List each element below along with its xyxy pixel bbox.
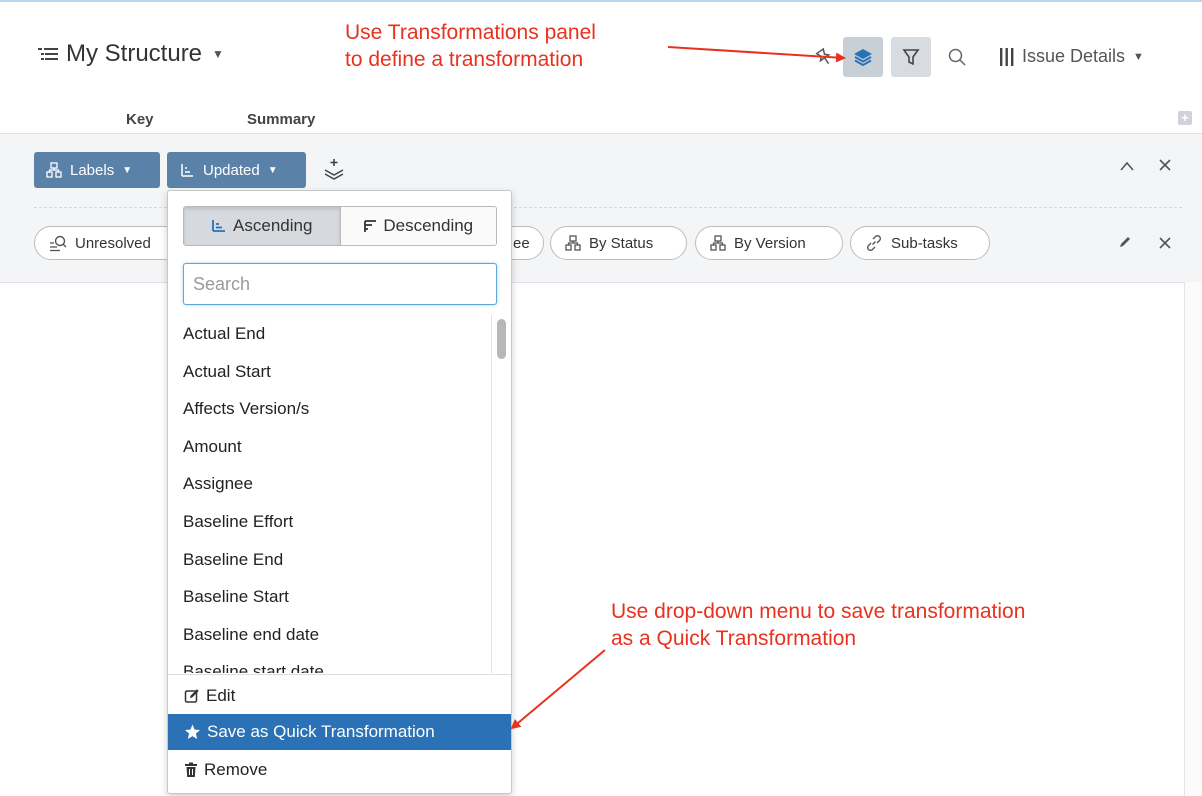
- sort-ascending-icon: [212, 220, 226, 232]
- issue-details-label: Issue Details: [1022, 46, 1126, 66]
- annotation-line: to define a transformation: [345, 48, 584, 71]
- field-search-input[interactable]: [183, 263, 497, 305]
- field-item[interactable]: Actual Start: [168, 353, 490, 391]
- pill-label: By Status: [589, 234, 654, 252]
- group-icon: [46, 162, 62, 178]
- chip-label: Updated: [203, 161, 260, 179]
- pill-label: ee: [513, 234, 530, 252]
- column-header-key[interactable]: Key: [126, 111, 154, 128]
- action-label: Remove: [204, 760, 268, 779]
- top-border: [0, 0, 1202, 2]
- field-item[interactable]: Baseline start date: [168, 653, 490, 673]
- annotation-line: Use drop-down menu to save transformatio…: [611, 600, 1026, 623]
- edit-quick-transformations-icon[interactable]: [1118, 235, 1132, 249]
- chevron-down-icon: ▼: [122, 164, 133, 176]
- header-toolbar: [805, 35, 977, 79]
- arrow-to-save-quick-action: [510, 649, 606, 730]
- link-icon: [866, 234, 882, 252]
- transformation-chip-labels[interactable]: Labels ▼: [34, 152, 160, 188]
- chip-label: Labels: [70, 161, 115, 179]
- filter-button[interactable]: [891, 37, 931, 77]
- filter-icon: [902, 49, 920, 66]
- edit-icon: [184, 689, 199, 703]
- field-item[interactable]: Baseline Effort: [168, 503, 490, 541]
- sort-order-toggle: Ascending Descending: [183, 206, 497, 246]
- add-column-icon[interactable]: +: [1178, 111, 1192, 125]
- filter-search-icon: [50, 235, 67, 252]
- action-label: Edit: [206, 686, 236, 705]
- search-icon: [948, 48, 966, 66]
- sort-dropdown: Ascending Descending Actual End Actual S…: [167, 190, 512, 794]
- search-button[interactable]: [937, 37, 977, 77]
- star-icon: [185, 724, 200, 739]
- annotation-line: as a Quick Transformation: [611, 627, 857, 650]
- dropdown-divider: [168, 674, 511, 675]
- field-item[interactable]: Actual End: [168, 315, 490, 353]
- transformation-chip-updated[interactable]: Updated ▼: [167, 152, 306, 188]
- columns-icon: [1000, 47, 1014, 66]
- close-quick-transformations-icon[interactable]: [1158, 236, 1172, 250]
- layers-icon: [854, 49, 872, 67]
- annotation-line: Use Transformations panel: [345, 21, 596, 44]
- chevron-down-icon: ▼: [1133, 50, 1144, 63]
- annotation-transformations-panel: Use Transformations panel to define a tr…: [345, 19, 596, 73]
- field-item[interactable]: Affects Version/s: [168, 390, 490, 428]
- structure-selector[interactable]: My Structure ▼: [38, 40, 224, 68]
- option-label: Ascending: [233, 216, 313, 235]
- pill-label: Unresolved: [75, 234, 151, 252]
- field-list-scrollbar[interactable]: [491, 315, 512, 673]
- save-quick-transformation-action[interactable]: Save as Quick Transformation: [168, 714, 511, 750]
- edit-action[interactable]: Edit: [168, 678, 511, 714]
- sort-descending-icon: [364, 220, 377, 232]
- collapse-panel-icon[interactable]: [1119, 160, 1135, 172]
- structure-title: My Structure: [66, 40, 203, 67]
- add-transformation-icon[interactable]: [322, 158, 346, 182]
- column-header-summary[interactable]: Summary: [247, 111, 315, 128]
- field-list: Actual End Actual Start Affects Version/…: [168, 315, 490, 673]
- remove-action[interactable]: Remove: [168, 752, 511, 788]
- close-panel-icon[interactable]: [1158, 158, 1172, 172]
- option-label: Descending: [383, 216, 474, 235]
- pin-icon[interactable]: [805, 37, 843, 77]
- field-item[interactable]: Assignee: [168, 465, 490, 503]
- field-item[interactable]: Amount: [168, 428, 490, 466]
- pill-label: Sub-tasks: [891, 234, 958, 252]
- field-item[interactable]: Baseline end date: [168, 616, 490, 654]
- sort-ascending-icon: [181, 164, 193, 177]
- field-item[interactable]: Baseline Start: [168, 578, 490, 616]
- chevron-down-icon: ▼: [212, 47, 224, 61]
- scrollbar-thumb[interactable]: [497, 319, 506, 359]
- trash-icon: [185, 762, 197, 777]
- annotation-save-quick: Use drop-down menu to save transformatio…: [611, 598, 1025, 652]
- action-label: Save as Quick Transformation: [207, 722, 435, 741]
- quick-transformation-by-version[interactable]: By Version: [695, 226, 843, 260]
- main-scrollbar[interactable]: [1184, 282, 1202, 796]
- transformations-toggle-button[interactable]: [843, 37, 883, 77]
- ascending-option[interactable]: Ascending: [184, 207, 340, 245]
- pill-label: By Version: [734, 234, 806, 252]
- group-icon: [565, 235, 581, 251]
- quick-transformation-sub-tasks[interactable]: Sub-tasks: [850, 226, 990, 260]
- issue-details-menu[interactable]: Issue Details ▼: [1000, 46, 1144, 67]
- field-item[interactable]: Baseline End: [168, 541, 490, 579]
- group-icon: [710, 235, 726, 251]
- descending-option[interactable]: Descending: [339, 207, 496, 245]
- chevron-down-icon: ▼: [267, 164, 278, 176]
- quick-transformation-by-status[interactable]: By Status: [550, 226, 687, 260]
- structure-icon: [38, 47, 58, 61]
